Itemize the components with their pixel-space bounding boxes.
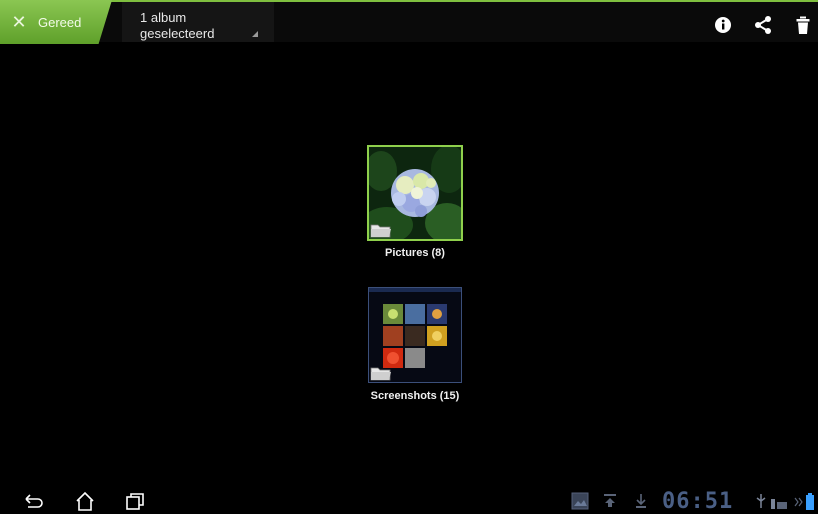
download-icon[interactable] [634, 492, 648, 510]
action-bar: ✕ Gereed 1 album geselecteerd [0, 0, 818, 44]
done-label: Gereed [38, 14, 82, 30]
home-icon[interactable] [73, 491, 97, 511]
album-label-screenshots: Screenshots (15) [370, 390, 460, 402]
album-label-pictures: Pictures (8) [385, 247, 445, 259]
signal-icon [771, 499, 787, 509]
usb-icon [756, 494, 766, 508]
battery-icon [806, 493, 814, 510]
folder-icon [370, 367, 391, 381]
selection-label: geselecteerd [140, 26, 215, 41]
share-icon[interactable] [752, 14, 774, 36]
status-clock: 06:51 [662, 489, 734, 514]
done-button[interactable]: ✕ Gereed [0, 0, 112, 44]
trash-icon[interactable] [792, 14, 814, 36]
selection-dropdown[interactable]: 1 album geselecteerd [122, 2, 274, 42]
gallery-notification-icon[interactable] [571, 492, 589, 510]
back-icon[interactable] [22, 491, 46, 511]
upload-icon[interactable] [602, 492, 618, 510]
close-icon: ✕ [11, 11, 27, 32]
selection-count: 1 album [140, 10, 187, 25]
recent-apps-icon[interactable] [123, 491, 147, 511]
folder-icon [370, 224, 391, 238]
chevron-right-icon [794, 497, 803, 507]
info-icon[interactable] [712, 14, 734, 36]
dropdown-indicator-icon [252, 31, 258, 37]
